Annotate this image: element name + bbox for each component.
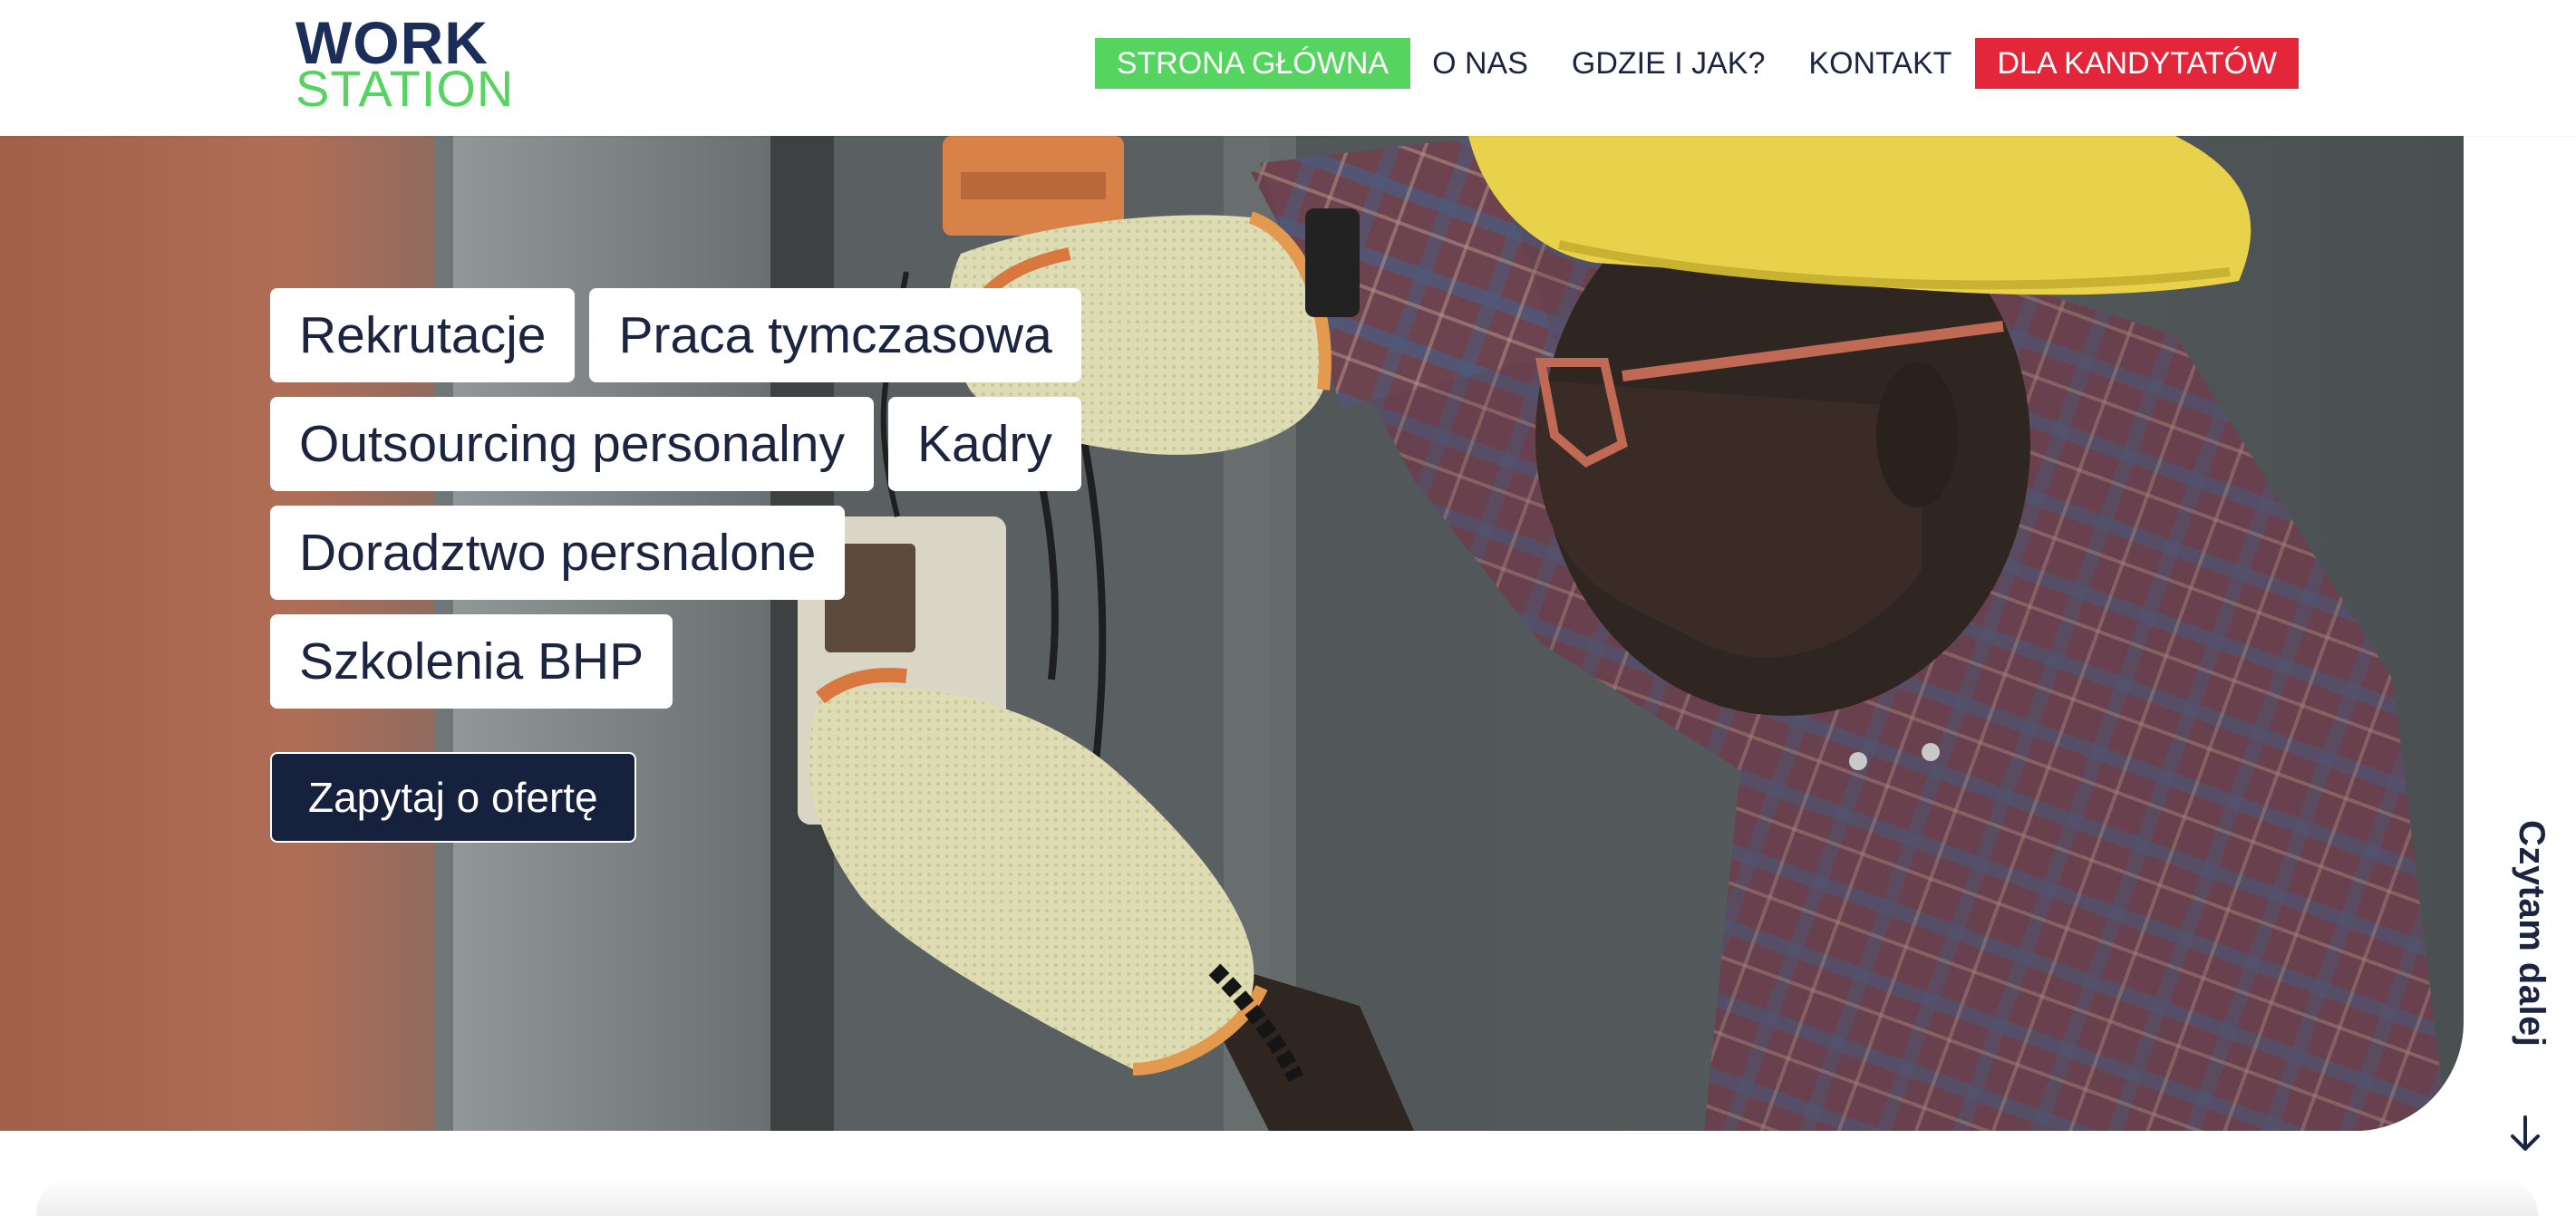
- read-more-label: Czytam dalej: [2512, 820, 2552, 1047]
- read-more-link[interactable]: Czytam dalej: [2484, 820, 2565, 1164]
- services-tag-list: Rekrutacje Praca tymczasowa Outsourcing …: [270, 288, 1177, 723]
- hero-section: Rekrutacje Praca tymczasowa Outsourcing …: [0, 136, 2464, 1131]
- logo[interactable]: WORK STATION: [295, 13, 513, 114]
- logo-line-station: STATION: [295, 60, 515, 117]
- service-tag-outsourcing: Outsourcing personalny: [270, 397, 875, 491]
- nav-item-where-how[interactable]: GDZIE I JAK?: [1550, 38, 1787, 89]
- nav-item-about[interactable]: O NAS: [1410, 38, 1550, 89]
- service-tag-recruitment: Rekrutacje: [270, 288, 576, 382]
- nav-item-contact[interactable]: KONTAKT: [1787, 38, 1973, 89]
- service-tag-bhp-training: Szkolenia BHP: [270, 614, 673, 709]
- site-header: WORK STATION STRONA GŁÓWNA O NAS GDZIE I…: [0, 0, 2576, 136]
- nav-item-candidates[interactable]: DLA KANDYTATÓW: [1975, 38, 2299, 89]
- service-tag-consulting: Doradztwo persnalone: [270, 506, 846, 600]
- arrow-down-icon: [2511, 1115, 2540, 1151]
- next-section-edge: [36, 1178, 2538, 1216]
- service-tag-hr: Kadry: [888, 397, 1081, 491]
- main-nav: STRONA GŁÓWNA O NAS GDZIE I JAK? KONTAKT…: [1094, 38, 2299, 89]
- ask-for-offer-button[interactable]: Zapytaj o ofertę: [270, 752, 636, 843]
- nav-item-home[interactable]: STRONA GŁÓWNA: [1094, 38, 1411, 89]
- service-tag-temporary-work: Praca tymczasowa: [589, 288, 1081, 382]
